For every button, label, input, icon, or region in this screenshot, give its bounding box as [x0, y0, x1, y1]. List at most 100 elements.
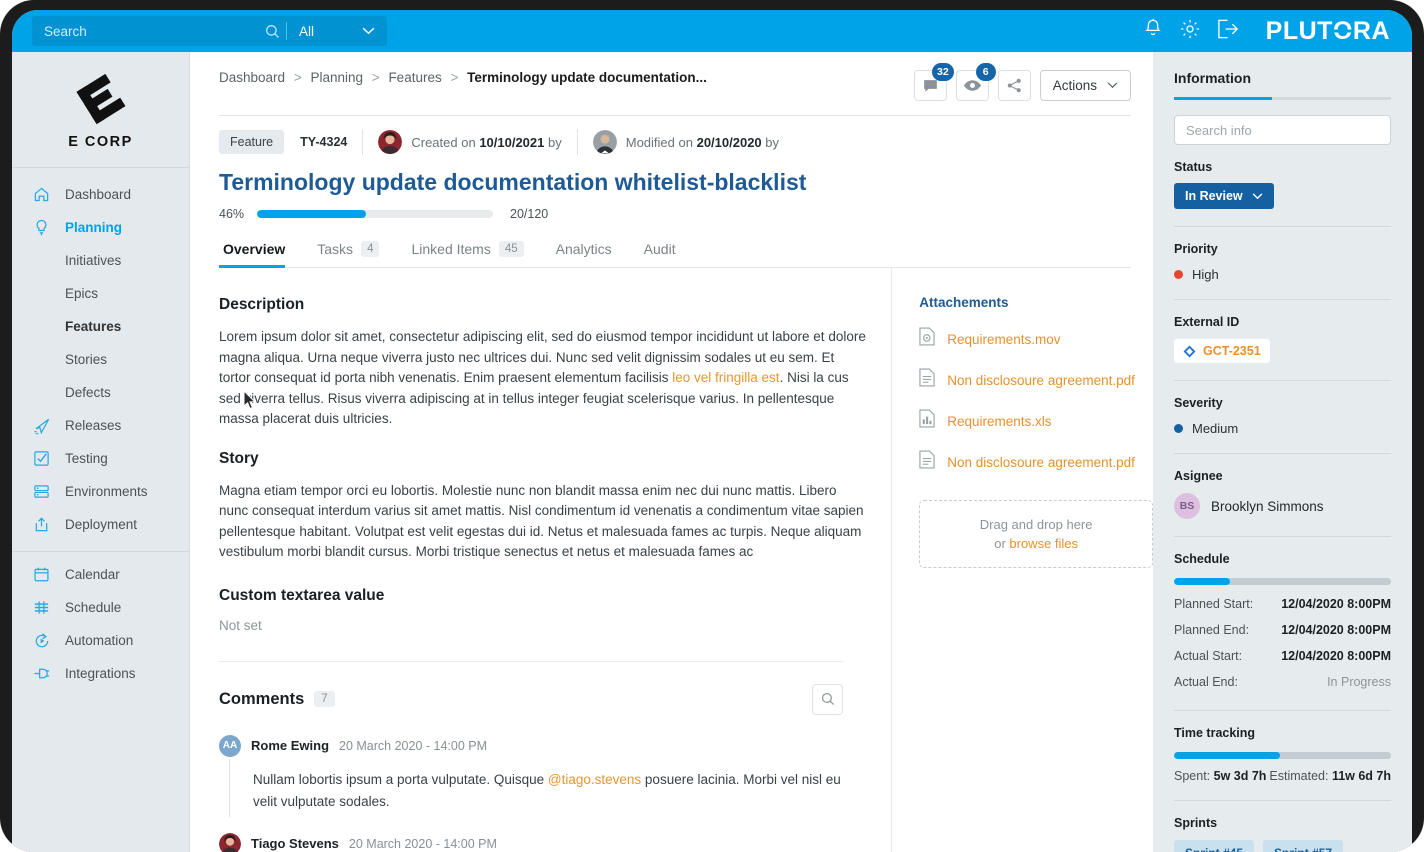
time-tracking-values: Spent: 5w 3d 7h Estimated: 11w 6d 7h — [1174, 769, 1391, 783]
sidebar-item-initiatives[interactable]: Initiatives — [12, 244, 189, 277]
assignee-row[interactable]: BS Brooklyn Simmons — [1174, 493, 1391, 519]
schedule-value: In Progress — [1327, 675, 1391, 689]
sidebar-item-schedule[interactable]: Schedule — [12, 591, 189, 624]
comments-heading: Comments — [219, 689, 305, 708]
tab-linked-items[interactable]: Linked Items 45 — [395, 241, 539, 267]
attachment-name: Non disclosoure agreement.pdf — [947, 372, 1135, 388]
schedule-key: Actual Start: — [1174, 649, 1243, 663]
sidebar-item-dashboard[interactable]: Dashboard — [12, 178, 189, 211]
gear-icon[interactable] — [1179, 18, 1201, 45]
severity-label: Severity — [1174, 396, 1223, 410]
story-text: Magna etiam tempor orci eu lobortis. Mol… — [219, 482, 864, 560]
chevron-down-icon — [1252, 192, 1263, 199]
share-button[interactable] — [997, 70, 1031, 101]
progress-bar — [257, 210, 493, 218]
attachment-item[interactable]: Non disclosoure agreement.pdf — [919, 368, 1153, 392]
schedule-key: Actual End: — [1174, 675, 1238, 689]
overview-columns: Description Lorem ipsum dolor sit amet, … — [190, 268, 1153, 852]
comment-header: AA Rome Ewing 20 March 2020 - 14:00 PM — [219, 734, 867, 757]
sidebar-nav: Dashboard Planning Initiatives Epics Fea… — [12, 168, 189, 690]
attachment-name: Requirements.xls — [947, 413, 1052, 429]
comments-search-button[interactable] — [812, 683, 844, 715]
sidebar-item-label: Planning — [65, 220, 122, 235]
external-id-chip[interactable]: GCT-2351 — [1174, 339, 1270, 363]
tab-tasks[interactable]: Tasks 4 — [301, 241, 395, 267]
progress-percent: 46% — [219, 207, 245, 221]
dropzone-line1: Drag and drop here — [979, 517, 1093, 532]
status-dropdown[interactable]: In Review — [1174, 183, 1274, 209]
breadcrumb-item-dashboard[interactable]: Dashboard — [219, 70, 285, 85]
chevron-down-icon — [362, 27, 375, 35]
sidebar-item-environments[interactable]: Environments — [12, 475, 189, 508]
modified-suffix: by — [765, 134, 780, 150]
attachment-item[interactable]: Requirements.mov — [919, 327, 1153, 351]
sidebar-item-features[interactable]: Features — [12, 310, 189, 343]
tab-overview[interactable]: Overview — [219, 241, 301, 268]
sidebar-item-automation[interactable]: Automation — [12, 624, 189, 657]
tab-information[interactable]: Information — [1174, 70, 1251, 97]
comment-header: Tiago Stevens 20 March 2020 - 14:00 PM — [219, 832, 867, 852]
bell-icon[interactable] — [1143, 18, 1163, 44]
header-actions: 32 6 Actions — [913, 63, 1131, 101]
avatar: BS — [1174, 493, 1200, 519]
main-content: Dashboard > Planning > Features > Termin… — [190, 52, 1153, 852]
comment-date: 20 March 2020 - 14:00 PM — [348, 836, 497, 851]
tab-audit[interactable]: Audit — [628, 241, 692, 267]
info-search-input[interactable] — [1174, 115, 1391, 145]
breadcrumb-item-features[interactable]: Features — [388, 70, 441, 85]
logo-text-post: RA — [1352, 16, 1390, 45]
search-icon[interactable] — [258, 24, 286, 39]
sprint-chip[interactable]: Sprint #45 — [1174, 840, 1255, 852]
watchers-button[interactable]: 6 — [955, 63, 996, 101]
description-heading: Description — [219, 296, 305, 313]
search-icon — [821, 692, 834, 706]
sprint-chip[interactable]: Sprint #57 — [1263, 840, 1344, 852]
attachment-item[interactable]: Non disclosoure agreement.pdf — [919, 450, 1153, 474]
checkbox-icon — [33, 450, 65, 467]
modifier-avatar — [592, 130, 617, 154]
divider — [576, 129, 578, 155]
global-search[interactable]: All — [32, 16, 387, 46]
item-meta-row: Feature TY-4324 Created on 10/10/2021 by… — [190, 116, 1153, 155]
sidebar-item-defects[interactable]: Defects — [12, 376, 189, 409]
overview-left: Description Lorem ipsum dolor sit amet, … — [219, 268, 891, 852]
logout-icon[interactable] — [1217, 19, 1240, 44]
sidebar-item-label: Testing — [65, 451, 108, 466]
top-bar: All PLUTORA — [12, 10, 1412, 52]
tab-label: Analytics — [555, 241, 612, 257]
sidebar-item-epics[interactable]: Epics — [12, 277, 189, 310]
file-dropzone[interactable]: Drag and drop here or browse files — [919, 500, 1153, 568]
comments-button[interactable]: 32 — [913, 63, 954, 101]
sidebar-item-deployment[interactable]: Deployment — [12, 508, 189, 541]
status-badge: In Review — [1185, 189, 1243, 203]
sidebar-item-testing[interactable]: Testing — [12, 442, 189, 475]
comment-author: Rome Ewing — [251, 738, 330, 753]
custom-heading: Custom textarea value — [219, 586, 385, 604]
time-tracking-label: Time tracking — [1174, 726, 1256, 740]
sidebar-item-planning[interactable]: Planning — [12, 211, 189, 244]
sidebar-item-calendar[interactable]: Calendar — [12, 558, 189, 591]
sidebar-item-integrations[interactable]: Integrations — [12, 657, 189, 690]
information-panel: Information Status In Review Priority Hi… — [1153, 52, 1412, 852]
sidebar-item-label: Environments — [65, 484, 148, 499]
description-link[interactable]: leo vel fringilla est — [672, 370, 779, 385]
header-row: Dashboard > Planning > Features > Termin… — [190, 52, 1153, 101]
search-scope-dropdown[interactable]: All — [287, 24, 387, 39]
sidebar-item-label: Stories — [65, 352, 108, 367]
divider — [1174, 536, 1391, 537]
sidebar-item-label: Automation — [65, 633, 134, 648]
search-input[interactable] — [32, 23, 258, 39]
tab-analytics[interactable]: Analytics — [540, 241, 628, 267]
sidebar-item-releases[interactable]: Releases — [12, 409, 189, 442]
breadcrumb-item-planning[interactable]: Planning — [310, 70, 363, 85]
custom-value: Not set — [219, 617, 262, 633]
sidebar-item-label: Deployment — [65, 517, 138, 532]
comment-mention[interactable]: @tiago.stevens — [548, 772, 641, 787]
sidebar-item-label: Epics — [65, 286, 99, 301]
browse-files-link[interactable]: browse files — [1009, 536, 1078, 551]
item-type-chip: Feature — [219, 130, 285, 154]
actions-button[interactable]: Actions — [1039, 70, 1131, 101]
attachment-item[interactable]: Requirements.xls — [919, 409, 1153, 433]
sidebar-item-stories[interactable]: Stories — [12, 343, 189, 376]
chevron-down-icon — [1107, 82, 1118, 89]
